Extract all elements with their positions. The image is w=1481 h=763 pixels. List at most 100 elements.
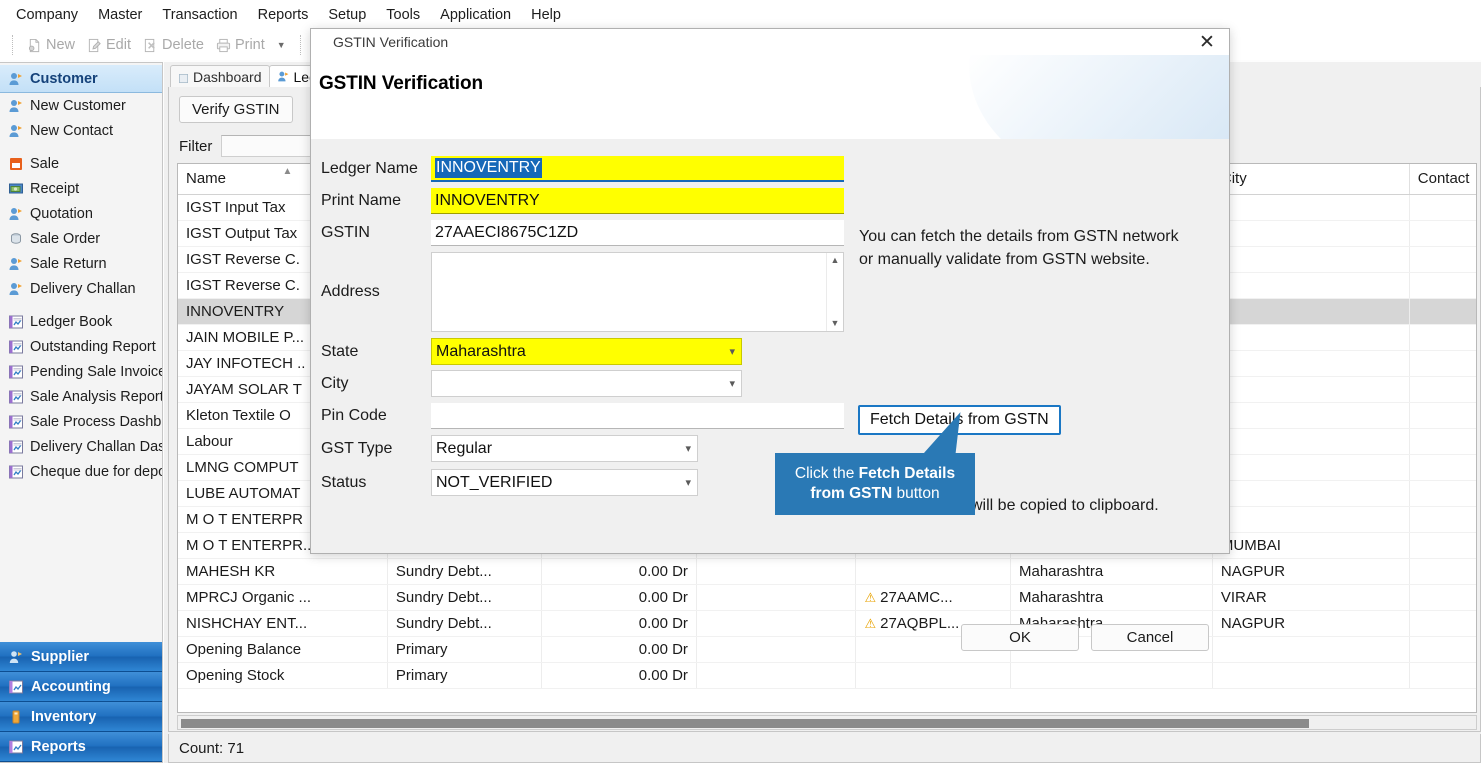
table-row[interactable]: MPRCJ Organic ... Sundry Debt... 0.00 Dr ⚠ 2…	[178, 584, 1476, 611]
address-scrollbar[interactable]: ▲ ▼	[826, 253, 843, 331]
sidebar-item-sale[interactable]: Sale	[0, 151, 162, 176]
pincode-field[interactable]	[431, 403, 844, 429]
cell-city	[1212, 376, 1410, 403]
cell-contact	[1409, 662, 1476, 689]
edit-button[interactable]: Edit	[81, 35, 137, 55]
report-icon	[8, 414, 24, 430]
sidebar-item-new-contact[interactable]: New Contact	[0, 118, 162, 143]
city-select[interactable]: ▾	[431, 370, 742, 397]
sidebar-item-label: Outstanding Report	[30, 338, 156, 355]
dashboard-icon	[178, 71, 189, 83]
table-row[interactable]: Opening BalancePrimary0.00 DrOpening Bal…	[178, 636, 1476, 663]
table-row[interactable]: NISHCHAY ENT... Sundry Debt... 0.00 Dr ⚠ 27A…	[178, 610, 1476, 637]
horizontal-scrollbar[interactable]	[177, 715, 1477, 730]
table-row[interactable]: MAHESH KR Sundry Debt... 0.00 Dr Maharashtr…	[178, 558, 1476, 585]
sidebar-band-inventory[interactable]: Inventory	[0, 702, 162, 732]
print-button[interactable]: Print	[210, 35, 271, 55]
print-name-field[interactable]: INNOVENTRY	[431, 188, 844, 214]
gstin-verification-dialog: GSTIN Verification ✕ GSTIN Verification …	[310, 28, 1230, 651]
sidebar-item-sale-return[interactable]: Sale Return	[0, 251, 162, 276]
sort-ascending-icon: ▲	[282, 166, 293, 177]
sidebar-band-accounting[interactable]: Accounting	[0, 672, 162, 702]
sidebar-item-delivery-challan-dashboard[interactable]: Delivery Challan Dashl	[0, 434, 162, 459]
dialog-body: Ledger Name INNOVENTRY Print Name INNOVE…	[311, 139, 1229, 651]
menu-item-help[interactable]: Help	[521, 3, 571, 27]
chevron-down-icon[interactable]: ▼	[831, 319, 840, 328]
cell-name: Opening Balance	[178, 636, 388, 663]
delete-button-label: Delete	[162, 37, 204, 53]
cell-alias	[696, 558, 857, 585]
chevron-up-icon[interactable]: ▲	[831, 256, 840, 265]
close-icon[interactable]: ✕	[1185, 29, 1229, 55]
state-value: Maharashtra	[436, 342, 526, 360]
sidebar-item-sale-process-dashboard[interactable]: Sale Process Dashboa	[0, 409, 162, 434]
menu-item-application[interactable]: Application	[430, 3, 521, 27]
cell-city	[1212, 454, 1410, 481]
edit-icon	[87, 38, 102, 53]
cell-contact	[1409, 376, 1476, 403]
sidebar-item-pending-sale-invoices[interactable]: Pending Sale Invoices	[0, 359, 162, 384]
sidebar-band-supplier[interactable]: Supplier	[0, 642, 162, 672]
cell-city	[1212, 662, 1410, 689]
sidebar-item-sale-analysis-report[interactable]: Sale Analysis Report	[0, 384, 162, 409]
cell-name: NISHCHAY ENT...	[178, 610, 388, 637]
menu-item-tools[interactable]: Tools	[376, 3, 430, 27]
menu-item-setup[interactable]: Setup	[318, 3, 376, 27]
sidebar-item-ledger-book[interactable]: Ledger Book	[0, 309, 162, 334]
help-text-line1: You can fetch the details from GSTN netw…	[859, 228, 1179, 245]
clipboard-note: will be copied to clipboard.	[971, 497, 1159, 514]
column-header-city[interactable]: City	[1212, 164, 1410, 195]
cell-balance: 0.00 Dr	[541, 636, 697, 663]
menu-item-transaction[interactable]: Transaction	[152, 3, 247, 27]
ok-button[interactable]: OK	[961, 624, 1079, 651]
verify-gstin-button[interactable]: Verify GSTIN	[179, 96, 293, 123]
gst-type-select[interactable]: Regular ▾	[431, 435, 698, 462]
ledger-name-field[interactable]: INNOVENTRY	[431, 156, 844, 182]
sidebar-item-new-customer[interactable]: New Customer	[0, 93, 162, 118]
print-dropdown-caret-icon[interactable]: ▼	[271, 40, 292, 50]
status-select[interactable]: NOT_VERIFIED ▾	[431, 469, 698, 496]
column-header-contact[interactable]: Contact	[1409, 164, 1476, 195]
sidebar-item-quotation[interactable]: Quotation	[0, 201, 162, 226]
new-button[interactable]: New	[21, 35, 81, 55]
field-row-state: State Maharashtra ▾	[321, 338, 742, 365]
sidebar-item-outstanding-report[interactable]: Outstanding Report	[0, 334, 162, 359]
cell-alias	[696, 636, 857, 663]
cell-city: MUMBAI	[1212, 532, 1410, 559]
sidebar-item-cheque-due-for-deposit[interactable]: Cheque due for depos	[0, 459, 162, 484]
gstin-value: 27AAECI8675C1ZD	[435, 223, 579, 241]
sidebar-item-label: New Contact	[30, 122, 114, 139]
sidebar-item-delivery-challan[interactable]: Delivery Challan	[0, 276, 162, 301]
cancel-button[interactable]: Cancel	[1091, 624, 1209, 651]
sidebar-item-receipt[interactable]: Receipt	[0, 176, 162, 201]
table-row[interactable]: Opening StockPrimary0.00 DrOpening Stock	[178, 662, 1476, 689]
status-label: Status	[321, 473, 367, 491]
report-icon	[8, 439, 24, 455]
sidebar-band-reports[interactable]: Reports	[0, 732, 162, 762]
delete-button[interactable]: Delete	[137, 35, 210, 55]
edit-button-label: Edit	[106, 37, 132, 53]
gstin-field[interactable]: 27AAECI8675C1ZD	[431, 220, 844, 246]
sidebar-item-sale-order[interactable]: Sale Order	[0, 226, 162, 251]
field-row-pincode: Pin Code	[321, 403, 844, 429]
state-select[interactable]: Maharashtra ▾	[431, 338, 742, 365]
help-text-line2: or manually validate from GSTN website.	[859, 251, 1150, 268]
tab-dashboard[interactable]: Dashboard	[170, 65, 270, 87]
cell-contact	[1409, 428, 1476, 455]
cell-gstin	[855, 662, 1011, 689]
accounting-icon	[8, 679, 24, 695]
menu-item-company[interactable]: Company	[6, 3, 88, 27]
cell-contact	[1409, 610, 1476, 637]
status-bar: Count: 71	[168, 734, 1481, 763]
instruction-callout: Click the Fetch Details from GSTN button	[775, 453, 975, 515]
sidebar-header-customer[interactable]: Customer	[0, 65, 162, 93]
scrollbar-thumb[interactable]	[181, 719, 1309, 728]
menu-item-master[interactable]: Master	[88, 3, 152, 27]
menu-item-reports[interactable]: Reports	[248, 3, 319, 27]
cell-balance: 0.00 Dr	[541, 662, 697, 689]
address-field[interactable]: ▲ ▼	[431, 252, 844, 332]
sidebar-item-label: Sale	[30, 155, 60, 172]
sidebar-item-label: Ledger Book	[30, 313, 113, 330]
cell-gstin: ⚠ 27AAMC...	[855, 584, 1011, 611]
sidebar-item-label: Cheque due for depos	[30, 463, 162, 480]
